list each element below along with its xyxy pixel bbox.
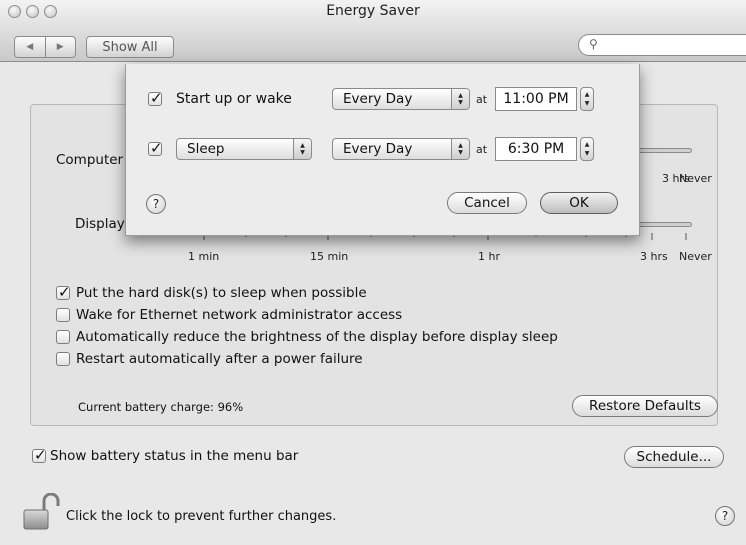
- show-all-button[interactable]: Show All: [86, 36, 174, 58]
- search-icon: ⚲: [589, 37, 598, 51]
- lock-message: Click the lock to prevent further change…: [66, 509, 337, 524]
- at-label: at: [476, 142, 488, 156]
- restart-power-failure-checkbox[interactable]: [56, 352, 70, 366]
- schedule-row-sleep: ✓ Sleep ▲ ▼ Every Day ▲ ▼ at 6:30 PM ▲ ▼: [148, 137, 595, 161]
- checkmark-icon: ✓: [34, 446, 47, 464]
- ok-button[interactable]: OK: [540, 192, 618, 214]
- startup-checkbox[interactable]: ✓: [148, 89, 163, 107]
- help-button[interactable]: ?: [715, 506, 735, 526]
- display-tick-1min: 1 min: [188, 250, 220, 263]
- up-down-arrows-icon: ▲ ▼: [451, 89, 469, 109]
- forward-arrow-icon[interactable]: ▶: [44, 37, 76, 57]
- show-battery-checkbox[interactable]: ✓: [32, 446, 47, 464]
- popup-value: Every Day: [343, 91, 413, 107]
- sleep-time-stepper[interactable]: ▲ ▼: [580, 137, 595, 161]
- wake-ethernet-checkbox[interactable]: [56, 308, 70, 322]
- computer-tick-never: Never: [679, 172, 712, 185]
- startup-time-field[interactable]: 11:00 PM: [495, 87, 578, 111]
- display-tick-1hr: 1 hr: [478, 250, 500, 263]
- startup-action-label: Start up or wake: [176, 91, 292, 107]
- window-titlebar: Energy Saver ◀ ▶ Show All ⚲: [0, 0, 746, 62]
- startup-frequency-popup[interactable]: Every Day ▲ ▼: [332, 88, 470, 110]
- computer-sleep-label: Computer: [56, 152, 124, 168]
- show-battery-label: Show battery status in the menu bar: [50, 448, 299, 464]
- show-battery-status-option[interactable]: ✓ Show battery status in the menu bar: [32, 446, 299, 464]
- sleep-time-field[interactable]: 6:30 PM: [495, 137, 578, 161]
- checkmark-icon: ✓: [150, 139, 163, 157]
- popup-value: Every Day: [343, 141, 413, 157]
- at-label: at: [476, 92, 488, 106]
- schedule-button[interactable]: Schedule...: [624, 446, 724, 468]
- back-arrow-icon[interactable]: ◀: [15, 37, 45, 57]
- option-hard-disk-sleep[interactable]: ✓ Put the hard disk(s) to sleep when pos…: [56, 283, 367, 301]
- cancel-button[interactable]: Cancel: [447, 192, 527, 214]
- battery-charge-text: Current battery charge: 96%: [78, 400, 244, 414]
- checkmark-icon: ✓: [58, 283, 71, 301]
- option-wake-ethernet[interactable]: Wake for Ethernet network administrator …: [56, 307, 402, 323]
- restore-defaults-button[interactable]: Restore Defaults: [572, 395, 718, 417]
- up-down-arrows-icon: ▲ ▼: [451, 139, 469, 159]
- schedule-sheet: ✓ Start up or wake Every Day ▲ ▼ at 11:00…: [125, 64, 640, 236]
- display-sleep-label: Display: [75, 216, 125, 232]
- up-down-arrows-icon: ▲ ▼: [293, 139, 311, 159]
- checkmark-icon: ✓: [150, 89, 163, 107]
- startup-time-stepper[interactable]: ▲ ▼: [580, 87, 595, 111]
- schedule-row-startup: ✓ Start up or wake Every Day ▲ ▼ at 11:00…: [148, 87, 595, 111]
- popup-value: Sleep: [187, 141, 225, 157]
- padlock-icon[interactable]: [22, 493, 62, 531]
- display-tick-never: Never: [679, 250, 712, 263]
- option-label: Automatically reduce the brightness of t…: [76, 329, 558, 345]
- option-reduce-brightness[interactable]: Automatically reduce the brightness of t…: [56, 329, 558, 345]
- option-restart-after-power-failure[interactable]: Restart automatically after a power fail…: [56, 351, 363, 367]
- display-tick-15min: 15 min: [310, 250, 349, 263]
- hard-disk-sleep-checkbox[interactable]: ✓: [56, 283, 71, 301]
- option-label: Wake for Ethernet network administrator …: [76, 307, 403, 323]
- display-tick-3hrs: 3 hrs: [640, 250, 668, 263]
- option-label: Put the hard disk(s) to sleep when possi…: [76, 285, 367, 301]
- search-field[interactable]: ⚲: [578, 34, 746, 56]
- reduce-brightness-checkbox[interactable]: [56, 330, 70, 344]
- option-label: Restart automatically after a power fail…: [76, 351, 363, 367]
- back-forward-control[interactable]: ◀ ▶: [14, 36, 76, 58]
- sleep-checkbox[interactable]: ✓: [148, 139, 163, 157]
- schedule-help-button[interactable]: ?: [146, 194, 166, 214]
- sleep-action-popup[interactable]: Sleep ▲ ▼: [176, 138, 312, 160]
- window-title: Energy Saver: [326, 3, 420, 19]
- sleep-frequency-popup[interactable]: Every Day ▲ ▼: [332, 138, 470, 160]
